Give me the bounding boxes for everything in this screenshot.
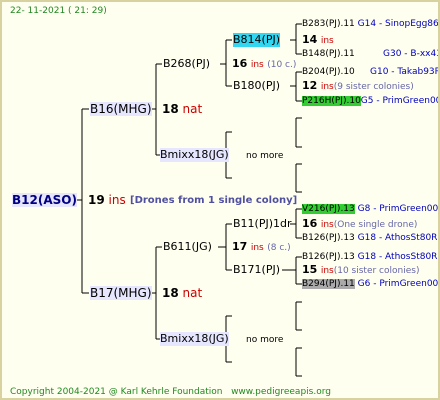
mmf-gen: 12: [302, 79, 318, 92]
mmmf-queen-name[interactable]: B148(PJ).11: [302, 49, 355, 59]
mf-no-more: no more: [246, 151, 284, 161]
mm-queen-name[interactable]: B268(PJ): [163, 57, 210, 71]
mmfm-queen-name[interactable]: B204(PJ).10: [302, 67, 355, 77]
fmm-queen-name[interactable]: B11(PJ)1dr: [233, 217, 292, 231]
footer-copyright: Copyright 2004-2021 @ Karl Kehrle Founda…: [10, 385, 331, 398]
sire-gen: 18: [162, 286, 179, 300]
fmfm-row: B126(PJ).13 G18 - AthosSt80R: [302, 250, 437, 264]
fmm-extra: (One single drone): [333, 220, 418, 230]
mmff-tag: G5 - PrimGreen00: [360, 96, 440, 106]
fmmm-tag: G8 - PrimGreen00: [357, 204, 439, 214]
ff-queen-name[interactable]: Bmixx18(JG): [160, 332, 229, 346]
mf-queen-name[interactable]: Bmixx18(JG): [160, 148, 229, 162]
sire-queen-name[interactable]: B17(MHG): [90, 286, 152, 300]
fm-extra: (8 c.): [267, 243, 291, 253]
fmf-queen-info: 15 ins(10 sister colonies): [302, 263, 419, 278]
root-unit: ins: [108, 193, 126, 207]
fmm-queen-info: 16 ins(One single drone): [302, 217, 417, 232]
mmfm-tag: G10 - Takab93R: [370, 67, 440, 77]
site-link[interactable]: www.pedigreeapis.org: [231, 387, 331, 397]
mm-unit: ins: [250, 60, 264, 70]
root-mating-note: [Drones from 1 single colony]: [130, 195, 298, 206]
fm-queen-name[interactable]: B611(JG): [163, 240, 212, 254]
mmm-unit: ins: [320, 36, 334, 46]
mmmm-row: B283(PJ).11 G14 - SinopEgg86R: [302, 17, 440, 31]
root-gen: 19: [88, 193, 105, 207]
fm-queen-info: 17 ins (8 c.): [232, 240, 291, 255]
mm-extra: (10 c.): [267, 60, 297, 70]
mmm-queen-info: 14 ins: [302, 33, 334, 48]
fmfm-queen-name[interactable]: B126(PJ).13: [302, 252, 355, 262]
generation-date: 22- 11-2021 ( 21: 29): [10, 6, 107, 16]
mmf-unit: ins: [320, 82, 334, 92]
sire-queen-info: 18 nat: [162, 286, 202, 300]
fmmm-row: V216(PJ).13 G8 - PrimGreen00: [302, 202, 438, 216]
mm-gen: 16: [232, 57, 248, 70]
mmmf-tag: G30 - B-xx43: [383, 49, 440, 59]
copyright-text: Copyright 2004-2021 @ Karl Kehrle Founda…: [10, 387, 223, 397]
fmff-queen-name[interactable]: B294(PJ).11: [302, 279, 355, 289]
mother-gen: 18: [162, 102, 179, 116]
fmm-gen: 16: [302, 217, 318, 230]
mmfm-row: B204(PJ).10: [302, 65, 355, 79]
mother-unit: nat: [182, 102, 203, 116]
fmm-unit: ins: [320, 220, 334, 230]
mother-queen-info: 18 nat: [162, 102, 202, 116]
mmf-queen-name[interactable]: B180(PJ): [233, 79, 280, 93]
pedigree-frame: 22- 11-2021 ( 21: 29) B12(ASO) 19 ins [D…: [0, 0, 440, 400]
mmf-extra: (9 sister colonies): [333, 82, 414, 92]
fmff-tag: G6 - PrimGreen00: [357, 279, 439, 289]
fmmf-queen-name[interactable]: B126(PJ).13: [302, 233, 355, 243]
fmf-extra: (10 sister colonies): [333, 266, 420, 276]
mmf-queen-info: 12 ins(9 sister colonies): [302, 79, 414, 94]
fmmf-tag: G18 - AthosSt80R: [357, 233, 438, 243]
mmm-gen: 14: [302, 33, 318, 46]
fm-unit: ins: [250, 243, 264, 253]
mmm-queen-name[interactable]: B814(PJ): [233, 33, 281, 47]
fmmm-queen-name[interactable]: V216(PJ).13: [302, 204, 355, 214]
mmmm-queen-name[interactable]: B283(PJ).11: [302, 19, 355, 29]
mmff-row: P216H(PJ).10G5 - PrimGreen00: [302, 94, 440, 108]
root-queen-info: 19 ins: [88, 193, 126, 207]
fmmf-row: B126(PJ).13 G18 - AthosSt80R: [302, 231, 437, 245]
mm-queen-info: 16 ins (10 c.): [232, 57, 296, 72]
fmff-row: B294(PJ).11 G6 - PrimGreen00: [302, 277, 438, 291]
fmfm-tag: G18 - AthosSt80R: [357, 252, 438, 262]
mother-queen-name[interactable]: B16(MHG): [90, 102, 152, 116]
root-queen-name[interactable]: B12(ASO): [12, 193, 77, 207]
mmff-queen-name[interactable]: P216H(PJ).10: [302, 96, 361, 106]
fmf-queen-name[interactable]: B171(PJ): [233, 263, 280, 277]
sire-unit: nat: [182, 286, 203, 300]
mmmm-tag: G14 - SinopEgg86R: [357, 19, 440, 29]
mmmf-row: B148(PJ).11: [302, 47, 355, 61]
fmf-gen: 15: [302, 263, 318, 276]
fmf-unit: ins: [320, 266, 334, 276]
ff-no-more: no more: [246, 335, 284, 345]
fm-gen: 17: [232, 240, 248, 253]
